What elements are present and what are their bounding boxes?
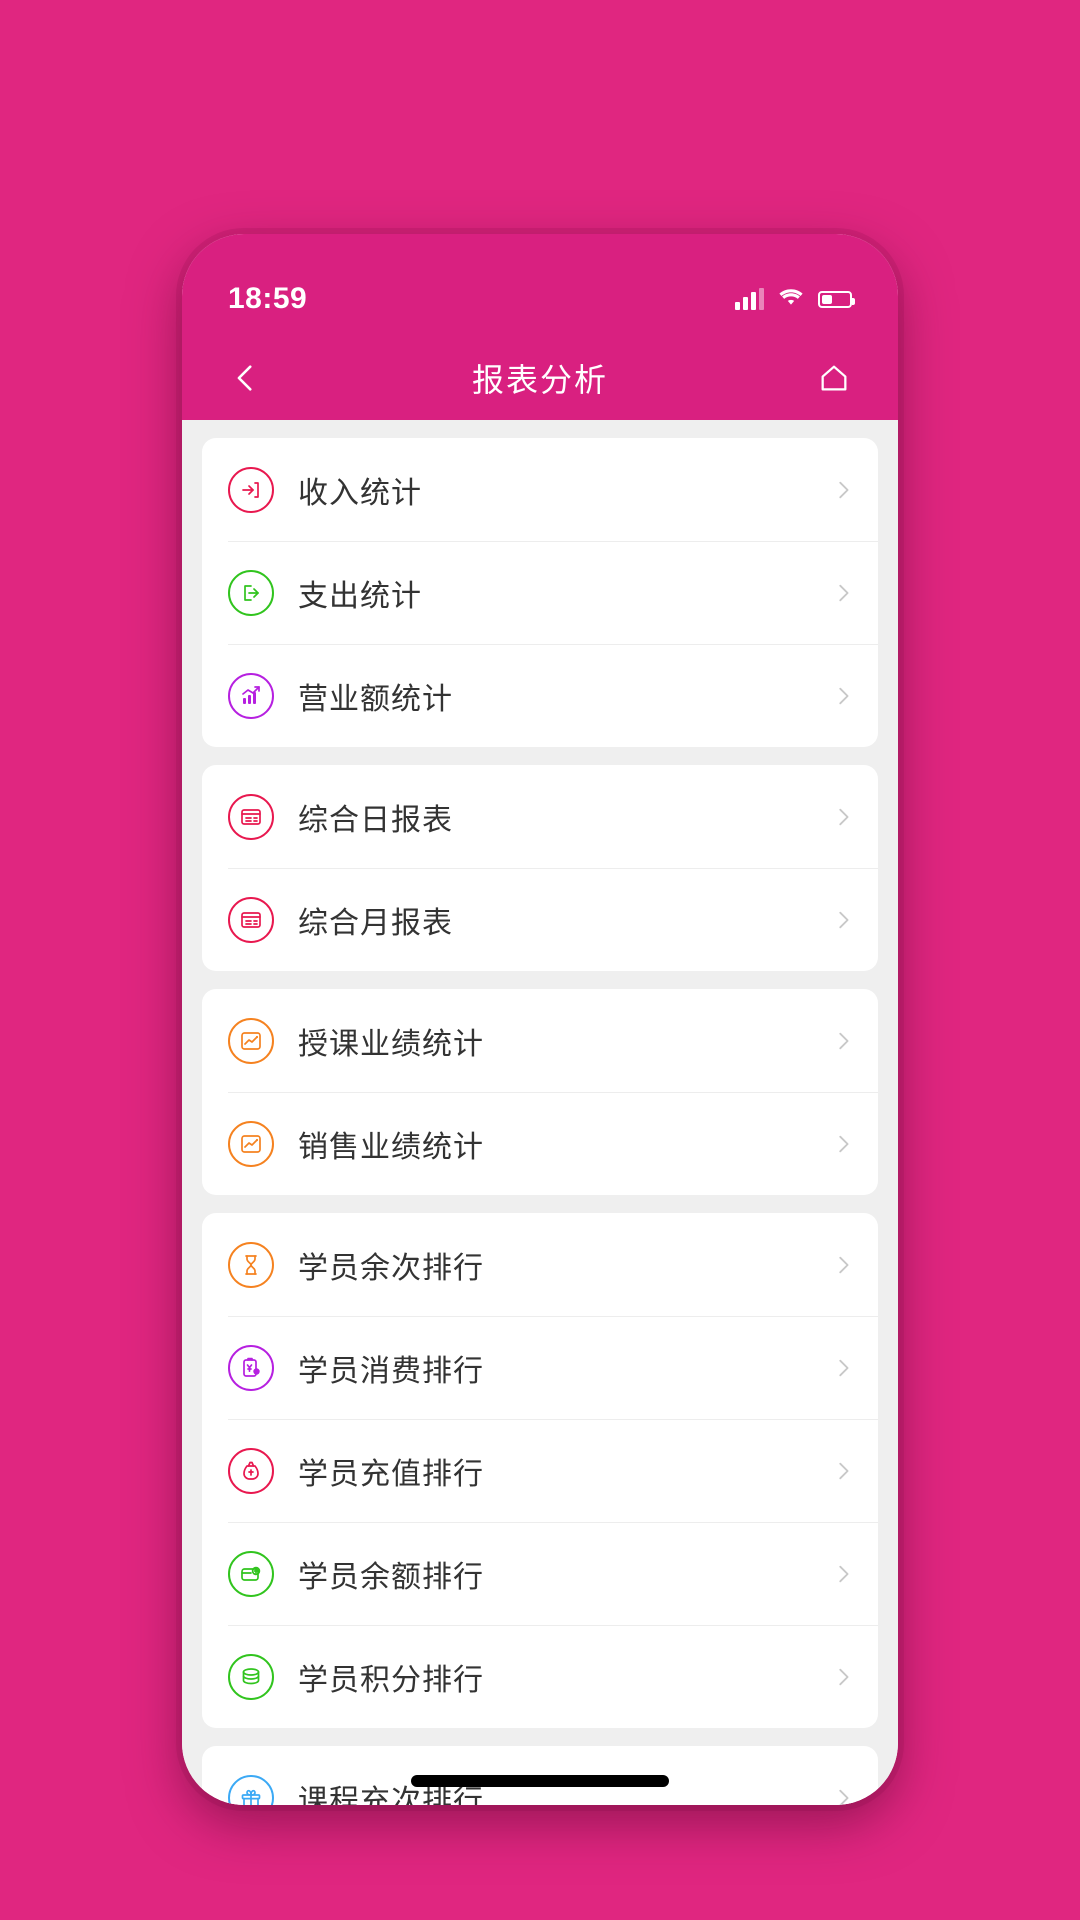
- expense-arrow-out-icon: [228, 569, 274, 616]
- chevron-right-icon: [832, 685, 854, 707]
- list-item-label: 学员积分排行: [298, 1663, 484, 1697]
- chevron-right-icon: [832, 909, 854, 931]
- home-icon: [821, 365, 847, 391]
- clipboard-consumption-icon: [228, 1344, 274, 1391]
- home-indicator-bar: [411, 1775, 669, 1787]
- list-item-label: 支出统计: [298, 579, 422, 613]
- gift-course-recharge-icon: [228, 1774, 274, 1805]
- daily-report-icon: [228, 793, 274, 840]
- list-item-label: 学员余次排行: [298, 1251, 484, 1285]
- status-bar-icons: [735, 287, 855, 312]
- list-item[interactable]: 学员消费排行: [202, 1316, 878, 1419]
- list-item[interactable]: 收入统计: [202, 438, 878, 541]
- chevron-right-icon: [832, 1460, 854, 1482]
- report-list-scroll-area[interactable]: 收入统计 支出统计 营业额统计 综合日报表 综合月报表 授课业绩统计 销售业绩统计 学员余次排…: [182, 420, 898, 1805]
- teaching-performance-icon: [228, 1017, 274, 1064]
- revenue-chart-icon: [228, 672, 274, 719]
- list-item[interactable]: 学员余次排行: [202, 1213, 878, 1316]
- cellular-signal-icon: [735, 288, 764, 310]
- list-item-label: 收入统计: [298, 476, 422, 510]
- chevron-right-icon: [832, 806, 854, 828]
- list-item[interactable]: 学员积分排行: [202, 1625, 878, 1728]
- list-item[interactable]: 销售业绩统计: [202, 1092, 878, 1195]
- chevron-right-icon: [832, 1133, 854, 1155]
- statistics-group: 收入统计支出统计营业额统计: [202, 438, 878, 747]
- chevron-right-icon: [832, 1254, 854, 1276]
- home-button[interactable]: [806, 350, 862, 406]
- list-item-label: 综合日报表: [298, 803, 453, 837]
- chevron-right-icon: [832, 1666, 854, 1688]
- hourglass-remaining-sessions-icon: [228, 1241, 274, 1288]
- chevron-right-icon: [832, 1030, 854, 1052]
- list-item[interactable]: 授课业绩统计: [202, 989, 878, 1092]
- comprehensive-report-group: 综合日报表综合月报表: [202, 765, 878, 971]
- list-item-label: 学员充值排行: [298, 1457, 484, 1491]
- chevron-right-icon: [832, 1563, 854, 1585]
- status-bar: 18:59: [182, 234, 898, 336]
- wifi-icon: [778, 287, 804, 312]
- list-item-label: 授课业绩统计: [298, 1027, 484, 1061]
- list-item[interactable]: 综合日报表: [202, 765, 878, 868]
- chevron-left-icon: [237, 365, 252, 391]
- list-item-label: 营业额统计: [298, 682, 453, 716]
- list-item[interactable]: 学员余额排行: [202, 1522, 878, 1625]
- list-item[interactable]: 综合月报表: [202, 868, 878, 971]
- recharge-bag-icon: [228, 1447, 274, 1494]
- list-item[interactable]: 营业额统计: [202, 644, 878, 747]
- list-item-label: 学员余额排行: [298, 1560, 484, 1594]
- monthly-report-icon: [228, 896, 274, 943]
- page-title: 报表分析: [471, 362, 608, 398]
- chevron-right-icon: [832, 1787, 854, 1805]
- chevron-right-icon: [832, 479, 854, 501]
- nav-bar: 报表分析: [182, 336, 898, 420]
- status-bar-time: 18:59: [228, 282, 308, 315]
- sales-performance-icon: [228, 1120, 274, 1167]
- phone-frame: 18:59 报表分析 收入统计 支出统计 营业额统计 综合日报表 综合月报表 授…: [182, 234, 898, 1805]
- performance-group: 授课业绩统计 销售业绩统计: [202, 989, 878, 1195]
- list-item-label: 学员消费排行: [298, 1354, 484, 1388]
- list-item[interactable]: 学员充值排行: [202, 1419, 878, 1522]
- income-arrow-in-icon: [228, 466, 274, 513]
- student-ranking-group: 学员余次排行 学员消费排行 学员充值排行 学员余额排行 学员积分排行: [202, 1213, 878, 1728]
- back-button[interactable]: [218, 350, 274, 406]
- list-item-label: 销售业绩统计: [298, 1130, 484, 1164]
- list-item-label: 综合月报表: [298, 906, 453, 940]
- chevron-right-icon: [832, 1357, 854, 1379]
- battery-icon: [818, 290, 855, 308]
- wallet-balance-icon: [228, 1550, 274, 1597]
- list-item[interactable]: 支出统计: [202, 541, 878, 644]
- coins-points-icon: [228, 1653, 274, 1700]
- chevron-right-icon: [832, 582, 854, 604]
